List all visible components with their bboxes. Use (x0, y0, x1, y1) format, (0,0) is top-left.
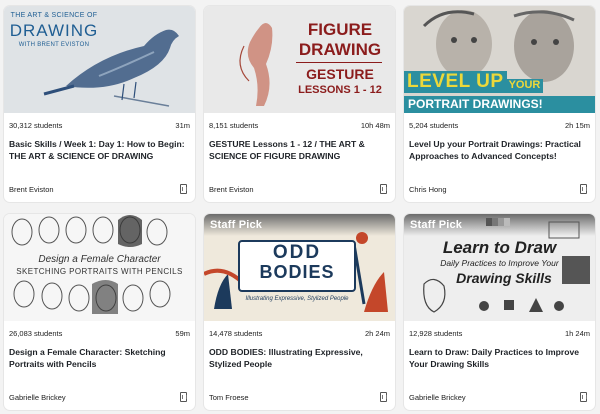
class-grid: THE ART & SCIENCE OF DRAWING WITH BRENT … (4, 6, 595, 410)
class-thumbnail[interactable]: Staff Pick ODD BODIES Illustrating Expre… (204, 214, 395, 321)
class-card[interactable]: FIGURE DRAWING GESTURE LESSONS 1 - 12 8,… (204, 6, 395, 202)
class-card[interactable]: THE ART & SCIENCE OF DRAWING WITH BRENT … (4, 6, 195, 202)
thumb-line3: Illustrating Expressive, Stylized People (245, 296, 349, 302)
class-card[interactable]: LEVEL UP YOUR PORTRAIT DRAWINGS! 5,204 s… (404, 6, 595, 202)
class-title[interactable]: GESTURE Lessons 1 - 12 / THE ART & SCIEN… (204, 130, 395, 162)
class-thumbnail[interactable]: LEVEL UP YOUR PORTRAIT DRAWINGS! (404, 6, 595, 113)
bird-illustration (43, 29, 179, 107)
thumb-line2: DRAWING (298, 40, 382, 59)
author-name[interactable]: Tom Froese (209, 393, 249, 402)
staff-pick-badge: Staff Pick (410, 219, 463, 231)
class-title[interactable]: Design a Female Character: Sketching Por… (4, 338, 195, 370)
card-meta: 5,204 students 2h 15m (404, 113, 595, 130)
class-title[interactable]: Level Up your Portrait Drawings: Practic… (404, 130, 595, 162)
thumb-line3: GESTURE (306, 66, 374, 82)
duration: 10h 48m (360, 121, 390, 130)
student-count: 26,083 students (9, 329, 63, 338)
thumb-line1: ODD (272, 242, 322, 263)
student-count: 12,928 students (409, 329, 463, 338)
class-card[interactable]: Staff Pick ODD BODIES Illustrating Expre… (204, 214, 395, 410)
thumb-divider (296, 62, 382, 63)
staff-pick-badge: Staff Pick (210, 219, 263, 231)
card-meta: 26,083 students 59m (4, 321, 195, 338)
author-name[interactable]: Gabrielle Brickey (9, 393, 66, 402)
duration: 31m (175, 121, 190, 130)
class-thumbnail[interactable]: Design a Female Character SKETCHING PORT… (4, 214, 195, 321)
author-name[interactable]: Brent Eviston (209, 185, 254, 194)
author-name[interactable]: Brent Eviston (9, 185, 54, 194)
thumb-banner-bottom: PORTRAIT DRAWINGS! (404, 96, 595, 113)
class-thumbnail[interactable]: FIGURE DRAWING GESTURE LESSONS 1 - 12 (204, 6, 395, 113)
card-meta: 12,928 students 1h 24m (404, 321, 595, 338)
duration: 1h 24m (564, 329, 590, 338)
student-count: 14,478 students (209, 329, 263, 338)
duration: 2h 24m (364, 329, 390, 338)
save-bookmark-icon[interactable] (580, 184, 587, 194)
thumb-line1b: YOUR (506, 79, 544, 93)
student-count: 30,312 students (9, 121, 63, 130)
author-name[interactable]: Chris Hong (409, 185, 447, 194)
thumb-line1: FIGURE (307, 20, 373, 39)
duration: 2h 15m (564, 121, 590, 130)
thumb-line2: Daily Practices to Improve Your (440, 258, 559, 268)
thumb-banner-top: LEVEL UP YOUR (404, 69, 544, 93)
student-count: 8,151 students (209, 121, 259, 130)
class-card[interactable]: Staff Pick Learn to Draw Daily Practices… (404, 214, 595, 410)
class-thumbnail[interactable]: THE ART & SCIENCE OF DRAWING WITH BRENT … (4, 6, 195, 113)
card-meta: 30,312 students 31m (4, 113, 195, 130)
card-meta: 8,151 students 10h 48m (204, 113, 395, 130)
thumb-line2: SKETCHING PORTRAITS WITH PENCILS (16, 267, 183, 276)
duration: 59m (175, 329, 190, 338)
save-bookmark-icon[interactable] (380, 184, 387, 194)
save-bookmark-icon[interactable] (380, 392, 387, 402)
class-card[interactable]: Design a Female Character SKETCHING PORT… (4, 214, 195, 410)
class-title[interactable]: ODD BODIES: Illustrating Expressive, Sty… (204, 338, 395, 370)
save-bookmark-icon[interactable] (180, 392, 187, 402)
thumb-line1: Learn to Draw (442, 238, 557, 257)
save-bookmark-icon[interactable] (580, 392, 587, 402)
student-count: 5,204 students (409, 121, 459, 130)
thumb-line2: BODIES (259, 262, 335, 282)
thumb-line1: LEVEL UP (404, 71, 507, 93)
author-name[interactable]: Gabrielle Brickey (409, 393, 466, 402)
save-bookmark-icon[interactable] (180, 184, 187, 194)
thumb-line4: LESSONS 1 - 12 (298, 84, 382, 96)
class-title[interactable]: Learn to Draw: Daily Practices to Improv… (404, 338, 595, 370)
card-meta: 14,478 students 2h 24m (204, 321, 395, 338)
thumb-line3: Drawing Skills (456, 270, 552, 286)
class-thumbnail[interactable]: Staff Pick Learn to Draw Daily Practices… (404, 214, 595, 321)
class-title[interactable]: Basic Skills / Week 1: Day 1: How to Beg… (4, 130, 195, 162)
thumb-line1: Design a Female Character (38, 254, 161, 265)
